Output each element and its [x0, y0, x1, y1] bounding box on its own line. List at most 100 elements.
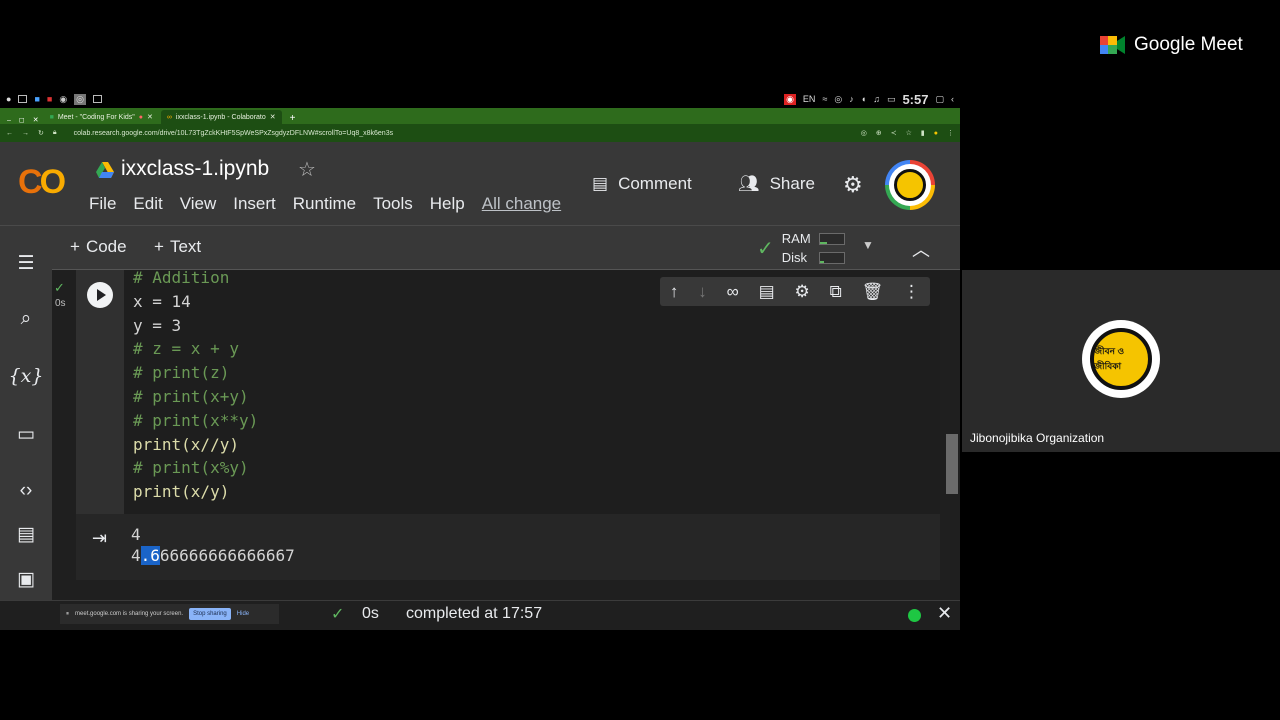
- comment-label: Comment: [618, 174, 692, 193]
- command-palette-icon[interactable]: ▤: [0, 523, 52, 546]
- close-tab-icon[interactable]: ✕: [270, 113, 276, 121]
- mic-icon[interactable]: ♪: [849, 94, 854, 104]
- forward-icon[interactable]: →: [22, 130, 29, 137]
- search-icon[interactable]: ⌕: [0, 308, 52, 330]
- chrome-icon[interactable]: ◎: [834, 94, 842, 105]
- tab-colab[interactable]: ∞ ixxclass-1.ipynb - Colaborato ✕: [160, 110, 282, 124]
- lock-icon[interactable]: ▢: [935, 94, 944, 105]
- mirror-cell-icon[interactable]: ⧉: [830, 282, 842, 302]
- save-status-link[interactable]: All change: [482, 194, 561, 214]
- folder-icon[interactable]: ▭: [0, 423, 52, 446]
- plus-icon: +: [70, 237, 80, 256]
- terminal-icon[interactable]: ▣: [0, 568, 52, 591]
- menu-view[interactable]: View: [180, 194, 217, 214]
- menu-bar: File Edit View Insert Runtime Tools Help…: [89, 194, 561, 214]
- volume-icon[interactable]: ◖: [861, 94, 866, 104]
- menu-tools[interactable]: Tools: [373, 194, 413, 214]
- google-meet-logo: Google Meet: [1100, 34, 1243, 56]
- menu-help[interactable]: Help: [430, 194, 465, 214]
- recording-icon: ●: [138, 113, 144, 121]
- variables-icon[interactable]: {x}: [0, 365, 52, 387]
- close-window-icon[interactable]: ✕: [30, 116, 42, 124]
- tab-meet[interactable]: ■ Meet - "Coding For Kids" ● ✕: [44, 110, 159, 124]
- comment-icon[interactable]: ▤: [759, 282, 775, 302]
- connected-check-icon: ✓: [757, 237, 774, 260]
- menu-insert[interactable]: Insert: [233, 194, 276, 214]
- google-lens-icon[interactable]: ◎: [861, 129, 867, 137]
- profile-icon[interactable]: ●: [934, 130, 938, 137]
- chevron-left-icon[interactable]: ‹: [951, 94, 954, 104]
- stop-sharing-button[interactable]: Stop sharing: [189, 608, 231, 620]
- colab-logo[interactable]: CO: [18, 163, 66, 202]
- add-text-cell-button[interactable]: + Text: [154, 237, 201, 257]
- hide-button[interactable]: Hide: [237, 611, 249, 617]
- ram-usage-bar: [818, 232, 845, 245]
- share-page-icon[interactable]: ≺: [891, 129, 897, 137]
- disk-label: Disk: [781, 250, 808, 265]
- code-line: # Addition: [133, 268, 230, 287]
- notebook-title[interactable]: ixxclass-1.ipynb: [121, 157, 269, 181]
- zoom-icon[interactable]: ⊕: [876, 129, 882, 137]
- app-icon[interactable]: ◉: [59, 94, 67, 105]
- code-snippets-icon[interactable]: ‹›: [0, 480, 52, 502]
- move-down-icon[interactable]: ↓: [698, 282, 707, 302]
- bell-icon[interactable]: ♫: [873, 94, 880, 104]
- gear-icon[interactable]: ⚙: [843, 172, 863, 198]
- chevron-down-icon[interactable]: ▼: [862, 238, 874, 252]
- url-input[interactable]: colab.research.google.com/drive/10L73TgZ…: [66, 126, 852, 140]
- chrome-icon[interactable]: ◎: [74, 93, 87, 105]
- people-icon: 👥︎: [738, 174, 760, 193]
- code-editor[interactable]: # Addition x = 14 y = 3 # z = x + y # print(…: [133, 266, 258, 504]
- kebab-menu-icon[interactable]: ⋮: [903, 282, 920, 302]
- address-bar-row: ← → ↻ 🔒︎ colab.research.google.com/drive…: [0, 124, 960, 142]
- code-line: y = 3: [133, 315, 182, 335]
- trash-icon[interactable]: 🗑︎: [862, 282, 884, 302]
- output-text[interactable]: 4 4.666666666666667: [131, 524, 295, 566]
- share-button[interactable]: 👥︎ Share: [738, 174, 815, 194]
- new-tab-button[interactable]: +: [284, 113, 302, 124]
- lock-icon: 🔒︎: [52, 129, 57, 136]
- app-icon[interactable]: ■: [34, 94, 39, 104]
- back-icon[interactable]: ←: [6, 130, 13, 137]
- scrollbar[interactable]: [946, 434, 958, 494]
- drag-handle-icon[interactable]: ⏸: [66, 611, 69, 618]
- restore-icon[interactable]: ◻: [16, 116, 28, 124]
- minimize-icon[interactable]: –: [4, 117, 14, 124]
- bookmark-star-icon[interactable]: ☆: [906, 129, 912, 137]
- close-icon[interactable]: ✕: [937, 603, 952, 624]
- kebab-menu-icon[interactable]: ⋮: [947, 129, 954, 137]
- table-of-contents-icon[interactable]: ☰: [0, 252, 52, 275]
- app-icon[interactable]: ■: [47, 94, 52, 104]
- chevron-up-icon[interactable]: ︿: [912, 236, 930, 262]
- add-code-cell-button[interactable]: + Code: [70, 237, 127, 257]
- move-up-icon[interactable]: ↑: [670, 282, 679, 302]
- star-icon[interactable]: ☆: [298, 157, 316, 182]
- output-icon[interactable]: ⇥: [92, 528, 107, 549]
- account-avatar[interactable]: [885, 160, 935, 210]
- menu-file[interactable]: File: [89, 194, 116, 214]
- google-drive-icon[interactable]: [96, 162, 114, 178]
- window-icon[interactable]: [18, 95, 28, 103]
- link-icon[interactable]: ∞: [727, 282, 739, 302]
- comment-button[interactable]: ▤ Comment: [592, 174, 692, 194]
- close-tab-icon[interactable]: ✕: [147, 113, 153, 121]
- battery-icon[interactable]: ▭: [887, 94, 896, 105]
- run-cell-button[interactable]: [87, 282, 113, 308]
- screen: Google Meet জীবন ও জীবিকা Jibonojibika O…: [0, 0, 1280, 720]
- language-indicator[interactable]: EN: [803, 94, 816, 104]
- wifi-icon[interactable]: ≈: [822, 94, 827, 104]
- reload-icon[interactable]: ↻: [38, 129, 44, 137]
- menu-runtime[interactable]: Runtime: [293, 194, 356, 214]
- app-icon[interactable]: ●: [6, 94, 11, 104]
- menu-edit[interactable]: Edit: [133, 194, 162, 214]
- side-panel-icon[interactable]: ▮: [921, 129, 925, 137]
- share-label: Share: [769, 174, 815, 193]
- share-message: meet.google.com is sharing your screen.: [75, 611, 184, 617]
- runtime-resources[interactable]: ✓ RAM Disk: [757, 229, 845, 267]
- left-sidebar: ☰ ⌕ {x} ▭ ‹› ▤ ▣: [0, 226, 52, 600]
- meet-brand-text: Google Meet: [1134, 34, 1243, 55]
- gear-icon[interactable]: ⚙: [794, 282, 809, 302]
- status-exec-time: 0s: [362, 605, 379, 622]
- participant-name: Jibonojibika Organization: [970, 431, 1105, 445]
- window-icon[interactable]: [93, 95, 103, 103]
